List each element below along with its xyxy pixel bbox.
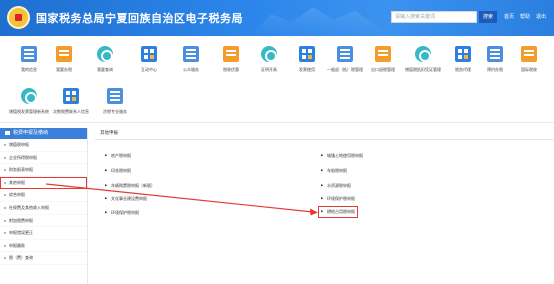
calendar-icon bbox=[487, 46, 503, 62]
home-link[interactable]: 首页 bbox=[504, 13, 514, 20]
grid-icon bbox=[299, 46, 315, 62]
link-vehicle-vessel-tax[interactable]: 车船税申报 bbox=[321, 168, 347, 174]
link-stamp-tax[interactable]: 印花税申报 bbox=[105, 168, 131, 174]
sidebar-item-financial-report[interactable]: 财务报表申报 bbox=[0, 164, 87, 177]
icon-tile-professional-service[interactable]: 涉税专业服务 bbox=[90, 88, 140, 115]
tax-emblem-icon bbox=[7, 6, 30, 29]
function-icon-grid: 我的信息 我要办税 我要查询 互动中心 公众服务 税收优惠 证明开具 发票使用 … bbox=[0, 36, 554, 128]
search-circle-icon bbox=[261, 46, 277, 62]
search-circle-icon bbox=[415, 46, 431, 62]
sidebar-item-vat[interactable]: 增值税申报 bbox=[0, 139, 87, 152]
document-icon bbox=[21, 46, 37, 62]
link-environment-tax-left[interactable]: 环境保护税申报 bbox=[105, 210, 139, 216]
grid-icon bbox=[455, 46, 471, 62]
sidebar-item-corporate-income[interactable]: 企业所得税申报 bbox=[0, 152, 87, 165]
left-sidebar: 税费申报及缴纳 增值税申报 企业所得税申报 财务报表申报 其他申报 综合申报 社… bbox=[0, 128, 88, 284]
header-decoration bbox=[250, 7, 390, 36]
link-environment-tax-right[interactable]: 环境保护税申报 bbox=[321, 196, 355, 202]
site-title: 国家税务总局宁夏回族自治区电子税务局 bbox=[36, 12, 243, 25]
top-header: 国家税务总局宁夏回族自治区电子税务局 请输入搜索关键词 搜索 首页 帮助 退出 bbox=[0, 0, 554, 36]
link-culture-fee[interactable]: 文化事业建设费申报 bbox=[105, 196, 147, 202]
icon-tile-query[interactable]: 我要查询 bbox=[80, 46, 130, 73]
search-button[interactable]: 搜索 bbox=[479, 11, 497, 23]
form-icon bbox=[56, 46, 72, 62]
section-divider bbox=[0, 122, 554, 123]
sidebar-item-social-security[interactable]: 社保费及其他收入申报 bbox=[0, 202, 87, 215]
document-icon bbox=[107, 88, 123, 104]
icon-tile-contact-info[interactable]: 次数税费联系人信息 bbox=[46, 88, 96, 115]
sidebar-item-surcharge[interactable]: 附加税费申报 bbox=[0, 215, 87, 228]
sidebar-item-comprehensive[interactable]: 综合申报 bbox=[0, 189, 87, 202]
link-water-resource-tax[interactable]: 水资源税申报 bbox=[321, 183, 351, 189]
sidebar-item-correction[interactable]: 申报错误更正 bbox=[0, 227, 87, 240]
sidebar-title: 税费申报及缴纳 bbox=[13, 130, 49, 136]
sidebar-item-payment[interactable]: 申报缴款 bbox=[0, 240, 87, 253]
contact-icon bbox=[63, 88, 79, 104]
search-circle-icon bbox=[21, 88, 37, 104]
search-circle-icon bbox=[97, 46, 113, 62]
link-land-use-tax[interactable]: 城镇土地使用税申报 bbox=[321, 153, 363, 159]
link-farmland-occupation-tax[interactable]: 耕地占用税申报 bbox=[318, 206, 358, 218]
form-icon bbox=[223, 46, 239, 62]
logout-link[interactable]: 退出 bbox=[536, 13, 546, 20]
link-property-tax[interactable]: 房产税申报 bbox=[105, 153, 131, 159]
section-title: 其他申报 bbox=[95, 128, 554, 140]
link-vehicle-purchase-tax[interactable]: 车辆购置税申报（新版） bbox=[105, 183, 155, 189]
search-input[interactable]: 请输入搜索关键词 bbox=[391, 11, 477, 23]
document-icon bbox=[337, 46, 353, 62]
sidebar-item-tax-query[interactable]: 税（费）查询 bbox=[0, 252, 87, 265]
icon-tile-international[interactable]: 国际税收 bbox=[504, 46, 554, 73]
sidebar-header: 税费申报及缴纳 bbox=[0, 128, 87, 139]
menu-icon bbox=[5, 130, 10, 135]
main-content: 其他申报 房产税申报 印花税申报 车辆购置税申报（新版） 文化事业建设费申报 环… bbox=[95, 128, 554, 284]
grid-icon bbox=[141, 46, 157, 62]
globe-icon bbox=[521, 46, 537, 62]
sidebar-item-other-declaration[interactable]: 其他申报 bbox=[0, 176, 87, 190]
form-icon bbox=[375, 46, 391, 62]
help-link[interactable]: 帮助 bbox=[520, 13, 530, 20]
document-icon bbox=[183, 46, 199, 62]
